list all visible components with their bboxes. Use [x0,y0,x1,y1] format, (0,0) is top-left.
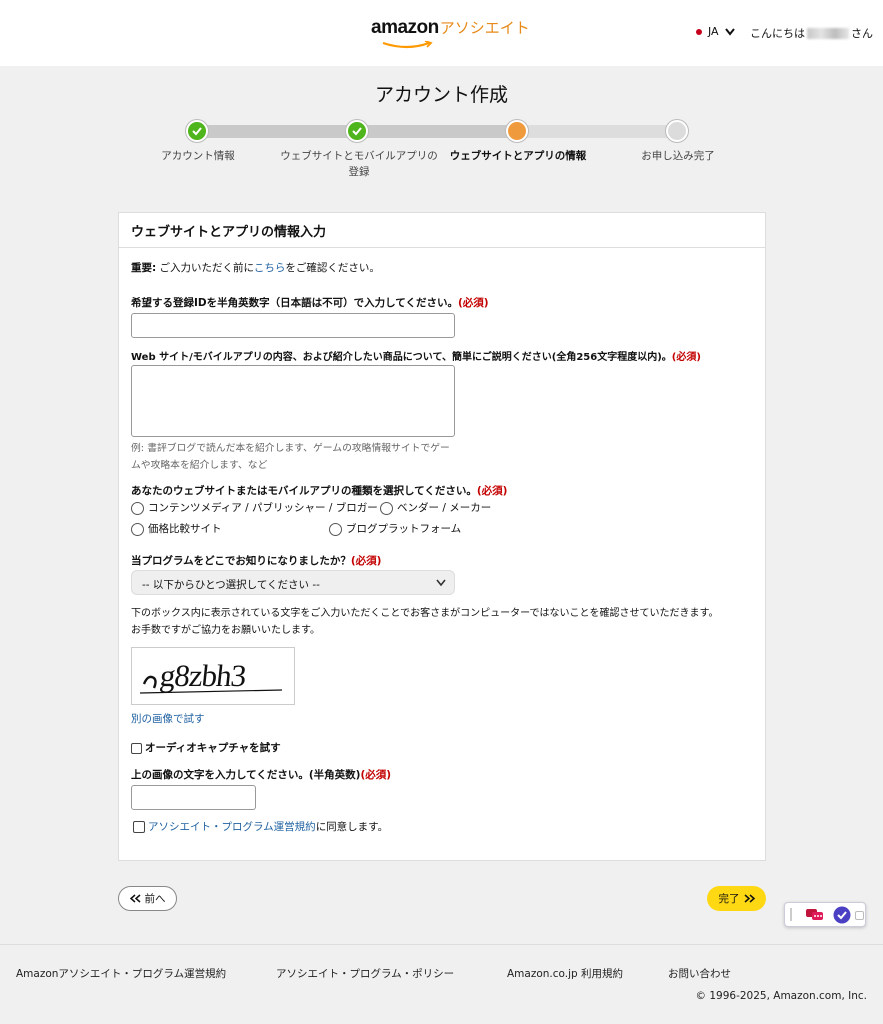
prev-button-label: 前へ [144,893,166,905]
notice-pre: ご入力いただく前に [156,262,254,274]
site-type-option-blog-platform[interactable]: ブログプラットフォーム [329,521,461,536]
field-desc-label-text: Web サイト/モバイルアプリの内容、および紹介したい商品について、簡単にご説明… [131,352,672,363]
language-code: JA [708,25,719,38]
captcha-image: g8zbh3 [131,647,295,705]
site-type-label: あなたのウェブサイトまたはモバイルアプリの種類を選択してください。(必須) [131,483,507,498]
step-1-check-icon [186,120,208,142]
notice-link[interactable]: こちら [254,262,286,274]
field-desc-label: Web サイト/モバイルアプリの内容、および紹介したい商品について、簡単にご説明… [131,348,701,363]
site-type-option-media[interactable]: コンテンツメディア / パブリッシャー / ブロガー [131,500,378,515]
logo-brand: amazon [371,17,439,38]
terms-link[interactable]: アソシエイト・プログラム運営規約 [148,821,316,833]
associate-id-input[interactable] [131,313,455,338]
radio-button[interactable] [131,501,144,515]
captcha-instructions: 下のボックス内に表示されている文字をご入力いただくことでお客さまがコンピューター… [131,605,761,639]
complete-button[interactable]: 完了 [707,886,766,911]
required-marker: (必須) [360,769,392,781]
step-3-label: ウェブサイトとアプリの情報 [449,150,587,162]
complete-button-label: 完了 [718,893,740,905]
field-id-label-text: 希望する登録IDを半角英数字（日本語は不可）で入力してください。 [131,297,458,309]
radio-button[interactable] [131,522,144,536]
greeting-suffix: さん [851,27,873,40]
double-chevron-left-icon [129,894,140,903]
step-2-check-icon [346,120,368,142]
referral-source-label-text: 当プログラムをどこでお知りになりましたか？ [131,555,351,567]
referral-source-select[interactable]: -- 以下からひとつ選択してください -- [131,570,455,595]
site-type-option-label: コンテンツメディア / パブリッシャー / ブロガー [148,502,378,514]
radio-button[interactable] [329,522,342,536]
widget-drag-handle[interactable] [790,908,792,921]
site-type-option-vendor[interactable]: ベンダー / メーカー [380,500,491,515]
captcha-retry-link[interactable]: 別の画像で試す [131,711,205,726]
footer-link-operating-agreement[interactable]: Amazonアソシエイト・プログラム運営規約 [16,966,226,981]
site-type-option-label: 価格比較サイト [148,523,222,535]
important-notice: 重要: ご入力いただく前にこちらをご確認ください。 [131,260,380,275]
page-title: アカウント作成 [374,84,508,106]
chat-bubbles-icon[interactable] [805,907,825,923]
description-hint: 例: 書評ブログで読んだ本を紹介します、ゲームの攻略情報サイトでゲー ムや攻略本… [131,440,461,474]
captcha-text: g8zbh3 [158,658,248,693]
field-id-label: 希望する登録IDを半角英数字（日本語は不可）で入力してください。(必須) [131,295,489,310]
chat-widget[interactable] [784,902,866,927]
captcha-input[interactable] [131,785,256,810]
double-chevron-right-icon [744,894,755,903]
copyright: © 1996-2025, Amazon.com, Inc. [695,990,867,1002]
site-description-textarea[interactable] [131,365,455,437]
site-type-option-price-comparison[interactable]: 価格比較サイト [131,521,222,536]
required-marker: (必須) [350,555,382,567]
step-3-current-icon [506,120,528,142]
verified-check-icon[interactable] [833,906,851,924]
footer-link-program-policy[interactable]: アソシエイト・プログラム・ポリシー [276,966,454,981]
agree-terms-checkbox[interactable] [133,821,145,833]
amazon-associates-logo[interactable]: amazonアソシエイト [371,17,530,49]
required-marker: (必須) [671,352,701,363]
form-title: ウェブサイトとアプリの情報入力 [119,213,765,248]
smile-arrow-icon [382,41,433,49]
notice-post: をご確認ください。 [285,262,380,274]
widget-expand-icon[interactable] [855,911,864,920]
required-marker: (必須) [476,485,508,497]
referral-source-label: 当プログラムをどこでお知りになりましたか？(必須) [131,553,381,568]
captcha-instructions-line-1: 下のボックス内に表示されている文字をご入力いただくことでお客さまがコンピューター… [131,608,719,619]
account-greeting[interactable]: こんにちは さん [750,25,873,41]
logo-suffix: アソシエイト [439,19,530,37]
site-type-option-label: ベンダー / メーカー [397,502,492,514]
site-type-label-text: あなたのウェブサイトまたはモバイルアプリの種類を選択してください。 [131,485,477,497]
website-app-info-form: ウェブサイトとアプリの情報入力 重要: ご入力いただく前にこちらをご確認ください… [118,212,766,861]
step-2-label: ウェブサイトとモバイルアプリの登録 [280,150,438,178]
prev-button[interactable]: 前へ [118,886,177,911]
step-4-pending-icon [666,120,688,142]
description-hint-line-1: 例: 書評ブログで読んだ本を紹介します、ゲームの攻略情報サイトでゲー [131,443,450,454]
agree-terms-option[interactable]: アソシエイト・プログラム運営規約に同意します。 [133,819,388,834]
captcha-input-label: 上の画像の文字を入力してください。(半角英数)(必須) [131,767,391,782]
step-1-label: アカウント情報 [161,150,235,162]
audio-captcha-label: オーディオキャプチャを試す [145,742,281,754]
chevron-down-icon [436,579,446,587]
notice-label: 重要: [131,262,157,274]
description-hint-line-2: ムや攻略本を紹介します、など [131,460,268,471]
footer: Amazonアソシエイト・プログラム運営規約 アソシエイト・プログラム・ポリシー… [0,944,883,1024]
step-4-label: お申し込み完了 [641,150,715,162]
language-selector[interactable]: JA [696,25,735,38]
captcha-input-label-text: 上の画像の文字を入力してください。(半角英数) [131,769,361,781]
footer-link-contact[interactable]: お問い合わせ [668,966,731,981]
greeting-prefix: こんにちは [750,27,805,40]
agree-terms-label: に同意します。 [315,821,389,833]
captcha-instructions-line-2: お手数ですがご協力をお願いいたします。 [131,625,320,636]
radio-button[interactable] [380,501,393,515]
referral-source-selected: -- 以下からひとつ選択してください -- [142,579,320,591]
audio-captcha-checkbox[interactable] [131,742,142,754]
required-marker: (必須) [458,297,489,309]
site-type-option-label: ブログプラットフォーム [346,523,462,535]
footer-link-terms-of-use[interactable]: Amazon.co.jp 利用規約 [507,966,623,981]
audio-captcha-option[interactable]: オーディオキャプチャを試す [131,740,281,755]
chevron-down-icon [724,27,735,36]
japan-flag-icon [696,28,702,35]
masked-username [807,27,849,39]
top-bar: amazonアソシエイト JA こんにちは さん [0,0,883,66]
